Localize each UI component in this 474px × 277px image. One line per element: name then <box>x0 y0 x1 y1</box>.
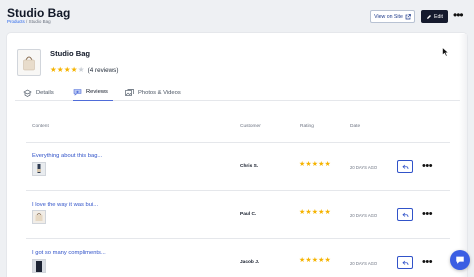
mouse-cursor-icon <box>442 47 449 57</box>
review-photo-icon <box>33 163 45 175</box>
view-on-site-label: View on Site <box>374 13 403 20</box>
tab-reviews[interactable]: Reviews <box>73 84 113 101</box>
reply-button[interactable] <box>397 208 413 221</box>
view-on-site-button[interactable]: View on Site <box>370 10 415 23</box>
scroll-fade <box>459 34 467 277</box>
tab-photos-videos[interactable]: Photos & Videos <box>125 84 181 101</box>
review-title-link[interactable]: I got so many compliments... <box>32 250 106 256</box>
stars-filled: ★★★★ <box>50 65 78 74</box>
breadcrumb-separator: / <box>26 19 28 24</box>
review-rating: ★★★★★ <box>299 161 331 168</box>
row-divider <box>26 190 450 191</box>
review-rating: ★★★★★ <box>299 209 331 216</box>
bag-image-icon <box>23 56 35 70</box>
breadcrumb: Products / Studio Bag <box>7 19 51 24</box>
tab-bar: Details Reviews Photos & Videos <box>15 84 460 101</box>
product-rating: ★★★★★ (4 reviews) <box>50 66 118 74</box>
tab-details-label: Details <box>36 89 54 96</box>
review-image[interactable] <box>32 210 46 224</box>
row-more-button[interactable]: ••• <box>422 161 433 172</box>
review-title-link[interactable]: Everything about this bag... <box>32 153 102 159</box>
column-header-content: Content <box>32 124 49 129</box>
review-customer: Jacob J. <box>240 260 260 265</box>
column-header-date: Date <box>350 124 361 129</box>
tab-details[interactable]: Details <box>23 84 54 101</box>
reviews-count: (4 reviews) <box>87 66 119 74</box>
product-thumbnail <box>17 49 41 76</box>
review-rating: ★★★★★ <box>299 257 331 264</box>
review-photo-icon <box>33 260 45 272</box>
review-image[interactable] <box>32 162 46 176</box>
chat-icon <box>456 256 464 264</box>
chat-button[interactable] <box>450 250 470 270</box>
breadcrumb-products-link[interactable]: Products <box>7 19 25 24</box>
reply-button[interactable] <box>397 256 413 269</box>
row-divider <box>26 238 450 239</box>
reviews-icon <box>73 89 82 96</box>
photos-icon <box>125 88 134 96</box>
review-photo-icon <box>33 211 45 223</box>
pencil-icon <box>427 14 432 19</box>
reply-icon <box>401 212 408 217</box>
review-customer: Chris S. <box>240 164 259 169</box>
tab-reviews-label: Reviews <box>86 89 108 95</box>
product-name: Studio Bag <box>50 49 91 58</box>
details-icon <box>23 89 32 97</box>
review-date: 20 DAYS AGO <box>350 165 378 170</box>
review-date: 20 DAYS AGO <box>350 213 378 218</box>
column-header-customer: Customer <box>240 124 261 129</box>
more-options-button[interactable]: ••• <box>453 9 464 21</box>
review-title-link[interactable]: I love the way it was bui... <box>32 202 98 208</box>
column-header-rating: Rating <box>300 124 314 129</box>
external-link-icon <box>405 13 411 19</box>
edit-label: Edit <box>434 13 443 20</box>
page-title: Studio Bag <box>7 6 71 20</box>
row-more-button[interactable]: ••• <box>422 257 433 268</box>
review-customer: Paul C. <box>240 212 257 217</box>
reply-icon <box>401 164 408 169</box>
edit-button[interactable]: Edit <box>421 10 448 23</box>
star-rating-icon: ★★★★★ <box>50 66 85 74</box>
review-date: 20 DAYS AGO <box>350 261 378 266</box>
review-image[interactable] <box>32 259 46 273</box>
tab-photos-label: Photos & Videos <box>138 89 181 96</box>
breadcrumb-current: Studio Bag <box>28 19 51 24</box>
reply-icon <box>401 260 408 265</box>
table-divider <box>26 142 450 143</box>
stars-empty: ★ <box>77 65 85 74</box>
row-more-button[interactable]: ••• <box>422 209 433 220</box>
reply-button[interactable] <box>397 160 413 173</box>
